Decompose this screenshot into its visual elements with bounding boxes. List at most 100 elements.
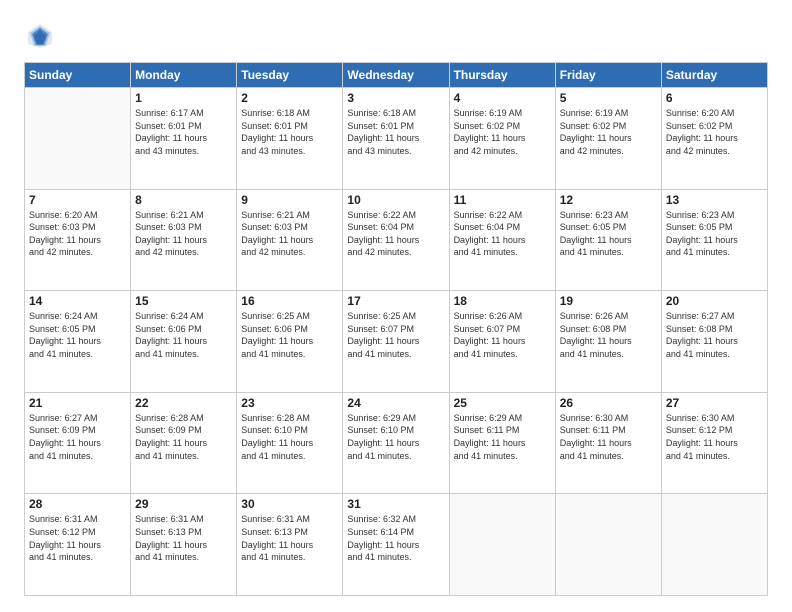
day-number: 24 xyxy=(347,396,444,410)
day-header-sunday: Sunday xyxy=(25,63,131,88)
day-info: Sunrise: 6:26 AM Sunset: 6:08 PM Dayligh… xyxy=(560,310,657,360)
calendar-cell: 5Sunrise: 6:19 AM Sunset: 6:02 PM Daylig… xyxy=(555,88,661,190)
day-number: 30 xyxy=(241,497,338,511)
calendar-cell: 27 Sunrise: 6:30 AM Sunset: 6:12 PM Dayli… xyxy=(661,392,767,494)
day-number: 4 xyxy=(454,91,551,105)
day-header-saturday: Saturday xyxy=(661,63,767,88)
day-info: Sunrise: 6:27 AM Sunset: 6:09 PM Dayligh… xyxy=(29,412,126,462)
day-number: 8 xyxy=(135,193,232,207)
day-info: Sunrise: 6:25 AM Sunset: 6:07 PM Dayligh… xyxy=(347,310,444,360)
calendar-cell xyxy=(555,494,661,596)
week-row-3: 14 Sunrise: 6:24 AM Sunset: 6:05 PM Dayli… xyxy=(25,291,768,393)
calendar-cell: 26 Sunrise: 6:30 AM Sunset: 6:11 PM Dayli… xyxy=(555,392,661,494)
week-row-1: 1 Sunrise: 6:17 AM Sunset: 6:01 PM Daylig… xyxy=(25,88,768,190)
calendar-cell: 18 Sunrise: 6:26 AM Sunset: 6:07 PM Dayli… xyxy=(449,291,555,393)
day-info: Sunrise: 6:19 AM Sunset: 6:02 PM Dayligh… xyxy=(454,107,551,157)
day-number: 11 xyxy=(454,193,551,207)
day-number: 20 xyxy=(666,294,763,308)
calendar-cell: 31 Sunrise: 6:32 AM Sunset: 6:14 PM Dayli… xyxy=(343,494,449,596)
calendar-cell: 24 Sunrise: 6:29 AM Sunset: 6:10 PM Dayli… xyxy=(343,392,449,494)
day-info: Sunrise: 6:20 AM Sunset: 6:03 PM Dayligh… xyxy=(29,209,126,259)
day-number: 28 xyxy=(29,497,126,511)
day-number: 1 xyxy=(135,91,232,105)
day-info: Sunrise: 6:25 AM Sunset: 6:06 PM Dayligh… xyxy=(241,310,338,360)
day-number: 9 xyxy=(241,193,338,207)
day-header-wednesday: Wednesday xyxy=(343,63,449,88)
calendar-cell: 23 Sunrise: 6:28 AM Sunset: 6:10 PM Dayli… xyxy=(237,392,343,494)
logo xyxy=(24,20,60,52)
calendar-cell: 22Sunrise: 6:28 AM Sunset: 6:09 PM Dayli… xyxy=(131,392,237,494)
day-number: 15 xyxy=(135,294,232,308)
day-number: 16 xyxy=(241,294,338,308)
day-number: 23 xyxy=(241,396,338,410)
day-header-friday: Friday xyxy=(555,63,661,88)
day-number: 7 xyxy=(29,193,126,207)
calendar-cell: 25 Sunrise: 6:29 AM Sunset: 6:11 PM Dayli… xyxy=(449,392,555,494)
week-row-5: 28 Sunrise: 6:31 AM Sunset: 6:12 PM Dayli… xyxy=(25,494,768,596)
logo-icon xyxy=(24,20,56,52)
calendar-cell: 12Sunrise: 6:23 AM Sunset: 6:05 PM Dayli… xyxy=(555,189,661,291)
day-number: 13 xyxy=(666,193,763,207)
day-info: Sunrise: 6:31 AM Sunset: 6:12 PM Dayligh… xyxy=(29,513,126,563)
day-info: Sunrise: 6:19 AM Sunset: 6:02 PM Dayligh… xyxy=(560,107,657,157)
calendar-cell: 11Sunrise: 6:22 AM Sunset: 6:04 PM Dayli… xyxy=(449,189,555,291)
day-number: 27 xyxy=(666,396,763,410)
day-number: 3 xyxy=(347,91,444,105)
day-number: 6 xyxy=(666,91,763,105)
calendar-cell: 20 Sunrise: 6:27 AM Sunset: 6:08 PM Dayli… xyxy=(661,291,767,393)
day-info: Sunrise: 6:32 AM Sunset: 6:14 PM Dayligh… xyxy=(347,513,444,563)
day-number: 2 xyxy=(241,91,338,105)
day-info: Sunrise: 6:22 AM Sunset: 6:04 PM Dayligh… xyxy=(347,209,444,259)
day-info: Sunrise: 6:24 AM Sunset: 6:05 PM Dayligh… xyxy=(29,310,126,360)
day-header-tuesday: Tuesday xyxy=(237,63,343,88)
calendar-cell: 3 Sunrise: 6:18 AM Sunset: 6:01 PM Daylig… xyxy=(343,88,449,190)
day-number: 12 xyxy=(560,193,657,207)
day-number: 25 xyxy=(454,396,551,410)
day-info: Sunrise: 6:31 AM Sunset: 6:13 PM Dayligh… xyxy=(241,513,338,563)
calendar-cell xyxy=(25,88,131,190)
day-info: Sunrise: 6:21 AM Sunset: 6:03 PM Dayligh… xyxy=(241,209,338,259)
calendar-cell: 2 Sunrise: 6:18 AM Sunset: 6:01 PM Daylig… xyxy=(237,88,343,190)
calendar-cell: 17 Sunrise: 6:25 AM Sunset: 6:07 PM Dayli… xyxy=(343,291,449,393)
week-row-2: 7 Sunrise: 6:20 AM Sunset: 6:03 PM Daylig… xyxy=(25,189,768,291)
calendar-cell: 15 Sunrise: 6:24 AM Sunset: 6:06 PM Dayli… xyxy=(131,291,237,393)
calendar-cell: 4 Sunrise: 6:19 AM Sunset: 6:02 PM Daylig… xyxy=(449,88,555,190)
day-header-monday: Monday xyxy=(131,63,237,88)
week-row-4: 21 Sunrise: 6:27 AM Sunset: 6:09 PM Dayli… xyxy=(25,392,768,494)
calendar-cell: 13Sunrise: 6:23 AM Sunset: 6:05 PM Dayli… xyxy=(661,189,767,291)
day-info: Sunrise: 6:28 AM Sunset: 6:10 PM Dayligh… xyxy=(241,412,338,462)
calendar-cell: 19 Sunrise: 6:26 AM Sunset: 6:08 PM Dayli… xyxy=(555,291,661,393)
day-info: Sunrise: 6:29 AM Sunset: 6:11 PM Dayligh… xyxy=(454,412,551,462)
day-info: Sunrise: 6:31 AM Sunset: 6:13 PM Dayligh… xyxy=(135,513,232,563)
page: SundayMondayTuesdayWednesdayThursdayFrid… xyxy=(0,0,792,612)
calendar-cell: 6Sunrise: 6:20 AM Sunset: 6:02 PM Daylig… xyxy=(661,88,767,190)
calendar-cell: 7 Sunrise: 6:20 AM Sunset: 6:03 PM Daylig… xyxy=(25,189,131,291)
calendar-cell: 1 Sunrise: 6:17 AM Sunset: 6:01 PM Daylig… xyxy=(131,88,237,190)
day-info: Sunrise: 6:18 AM Sunset: 6:01 PM Dayligh… xyxy=(347,107,444,157)
day-number: 19 xyxy=(560,294,657,308)
day-number: 17 xyxy=(347,294,444,308)
calendar-cell: 8 Sunrise: 6:21 AM Sunset: 6:03 PM Daylig… xyxy=(131,189,237,291)
calendar-cell: 28 Sunrise: 6:31 AM Sunset: 6:12 PM Dayli… xyxy=(25,494,131,596)
day-info: Sunrise: 6:27 AM Sunset: 6:08 PM Dayligh… xyxy=(666,310,763,360)
day-info: Sunrise: 6:21 AM Sunset: 6:03 PM Dayligh… xyxy=(135,209,232,259)
day-info: Sunrise: 6:30 AM Sunset: 6:11 PM Dayligh… xyxy=(560,412,657,462)
day-number: 26 xyxy=(560,396,657,410)
day-info: Sunrise: 6:18 AM Sunset: 6:01 PM Dayligh… xyxy=(241,107,338,157)
day-info: Sunrise: 6:30 AM Sunset: 6:12 PM Dayligh… xyxy=(666,412,763,462)
calendar-cell: 21 Sunrise: 6:27 AM Sunset: 6:09 PM Dayli… xyxy=(25,392,131,494)
calendar-table: SundayMondayTuesdayWednesdayThursdayFrid… xyxy=(24,62,768,596)
calendar-cell: 30 Sunrise: 6:31 AM Sunset: 6:13 PM Dayli… xyxy=(237,494,343,596)
calendar-cell: 16 Sunrise: 6:25 AM Sunset: 6:06 PM Dayli… xyxy=(237,291,343,393)
day-info: Sunrise: 6:24 AM Sunset: 6:06 PM Dayligh… xyxy=(135,310,232,360)
day-info: Sunrise: 6:29 AM Sunset: 6:10 PM Dayligh… xyxy=(347,412,444,462)
header xyxy=(24,20,768,52)
day-number: 29 xyxy=(135,497,232,511)
day-number: 21 xyxy=(29,396,126,410)
day-number: 18 xyxy=(454,294,551,308)
day-number: 14 xyxy=(29,294,126,308)
day-info: Sunrise: 6:17 AM Sunset: 6:01 PM Dayligh… xyxy=(135,107,232,157)
day-number: 31 xyxy=(347,497,444,511)
day-info: Sunrise: 6:26 AM Sunset: 6:07 PM Dayligh… xyxy=(454,310,551,360)
days-header-row: SundayMondayTuesdayWednesdayThursdayFrid… xyxy=(25,63,768,88)
